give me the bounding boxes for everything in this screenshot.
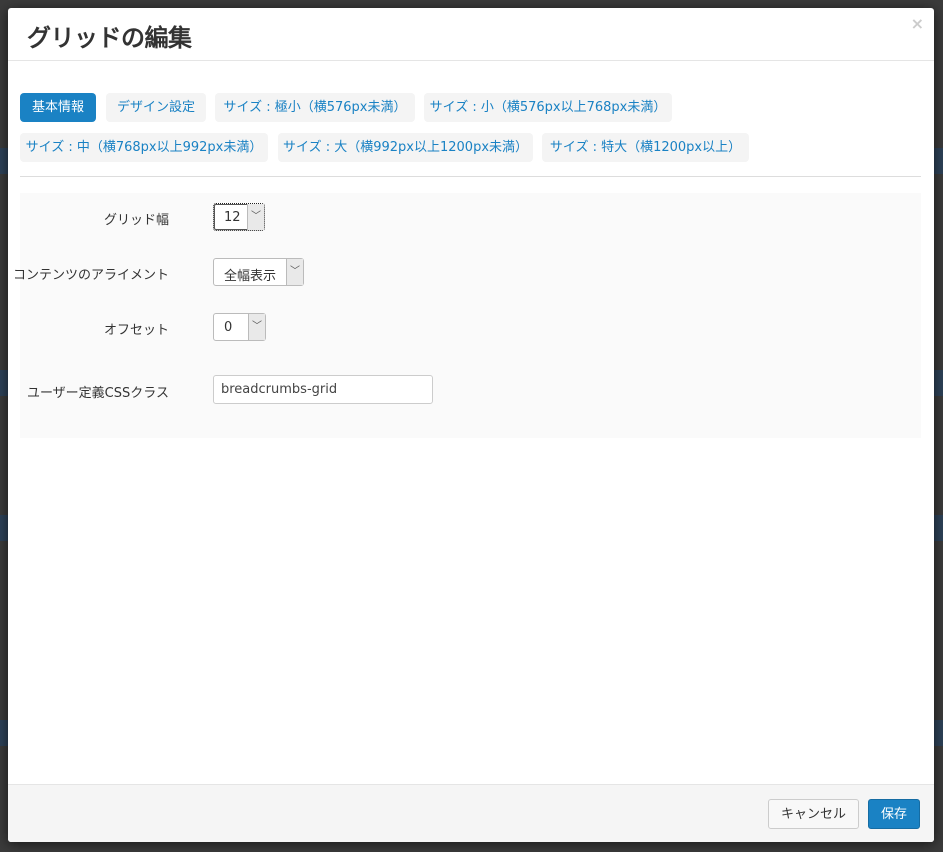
dialog-title: グリッドの編集 [27, 24, 192, 52]
edit-grid-dialog: グリッドの編集 × 基本情報 デザイン設定 サイズ : 極小（横576px未満）… [8, 8, 934, 842]
chevron-down-icon: ﹀ [248, 314, 265, 340]
save-button[interactable]: 保存 [868, 799, 920, 829]
tab-size-md[interactable]: サイズ : 中（横768px以上992px未満） [20, 133, 268, 162]
alignment-label: コンテンツのアライメント [12, 268, 169, 283]
grid-width-label: グリッド幅 [103, 213, 169, 228]
grid-width-select[interactable]: 12 ﹀ [213, 203, 265, 231]
close-icon[interactable]: × [911, 14, 924, 33]
tab-size-lg[interactable]: サイズ : 大（横992px以上1200px未満） [278, 133, 533, 162]
alignment-select[interactable]: 全幅表示 ﹀ [213, 258, 304, 286]
grid-width-value: 12 [224, 210, 241, 225]
alignment-value: 全幅表示 [224, 269, 277, 284]
css-class-input[interactable]: breadcrumbs-grid [213, 375, 433, 404]
offset-label: オフセット [103, 323, 169, 338]
css-class-label: ユーザー定義CSSクラス [26, 386, 169, 401]
dialog-footer: キャンセル 保存 [8, 784, 934, 842]
chevron-down-icon: ﹀ [286, 259, 303, 285]
chevron-down-icon: ﹀ [247, 204, 264, 230]
tab-design-settings[interactable]: デザイン設定 [106, 93, 206, 122]
tab-size-sm[interactable]: サイズ : 小（横576px以上768px未満） [424, 93, 672, 122]
tab-size-xl[interactable]: サイズ : 特大（横1200px以上） [542, 133, 749, 162]
tab-size-xs[interactable]: サイズ : 極小（横576px未満） [215, 93, 415, 122]
cancel-button[interactable]: キャンセル [768, 799, 859, 829]
dialog-header: グリッドの編集 × [8, 8, 934, 61]
tab-divider [20, 176, 921, 177]
offset-value: 0 [224, 320, 233, 335]
tab-basic-info[interactable]: 基本情報 [20, 93, 96, 122]
offset-select[interactable]: 0 ﹀ [213, 313, 266, 341]
basic-info-form: グリッド幅 12 ﹀ コンテンツのアライメント 全幅表示 ﹀ オフセット 0 ﹀… [13, 193, 921, 438]
